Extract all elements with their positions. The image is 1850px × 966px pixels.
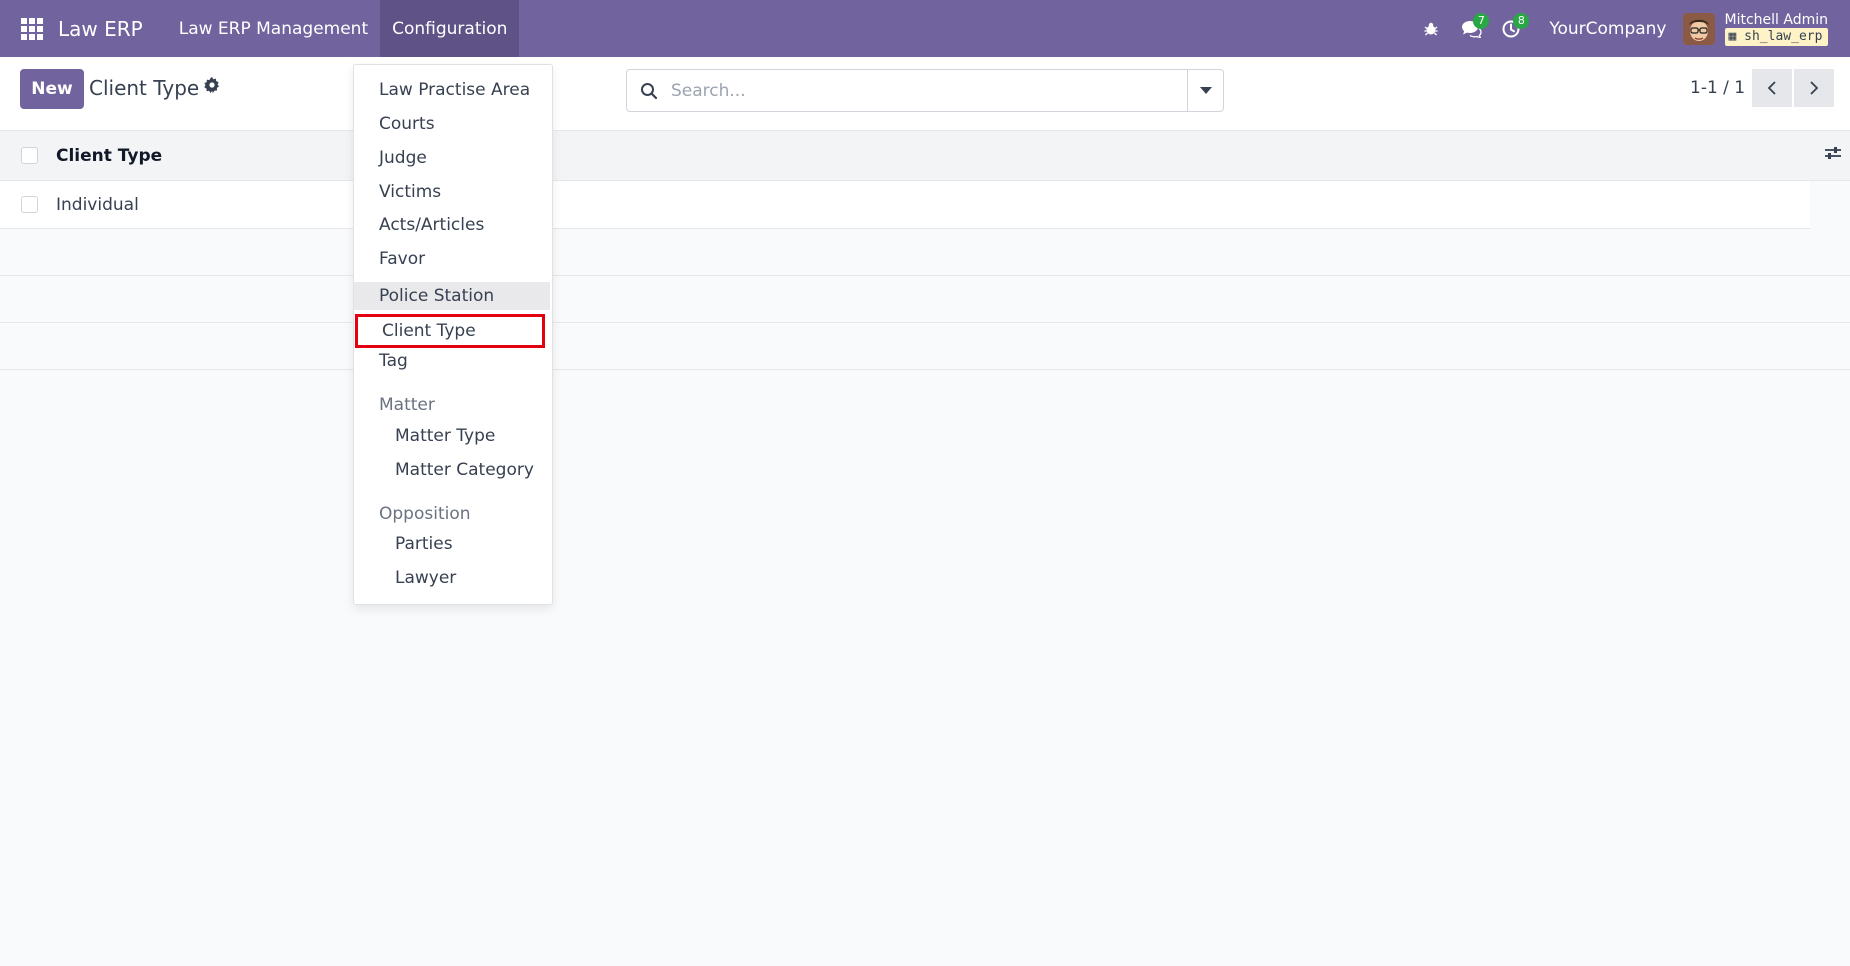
user-avatar[interactable] xyxy=(1682,12,1715,45)
search-bar xyxy=(626,69,1224,112)
chevron-right-icon xyxy=(1810,81,1819,95)
empty-row xyxy=(0,276,1850,323)
search-options-toggle[interactable] xyxy=(1187,70,1223,111)
menu-item-parties[interactable]: Parties xyxy=(395,534,453,554)
column-header-client-type[interactable]: Client Type xyxy=(56,146,162,166)
company-switcher[interactable]: YourCompany xyxy=(1549,19,1666,39)
menu-item-judge[interactable]: Judge xyxy=(379,148,427,168)
menu-item-tag[interactable]: Tag xyxy=(379,351,408,371)
control-panel: New Client Type 1-1 / 1 xyxy=(0,57,1850,131)
menu-section-opposition: Opposition xyxy=(379,504,471,524)
activities-badge: 8 xyxy=(1513,13,1530,29)
menu-section-matter: Matter xyxy=(379,395,435,415)
database-icon: ▦ xyxy=(1728,28,1737,44)
debug-bug-icon[interactable] xyxy=(1411,0,1451,57)
menu-item-victims[interactable]: Victims xyxy=(379,182,441,202)
row-checkbox[interactable] xyxy=(21,196,38,213)
database-tag: ▦ sh_law_erp xyxy=(1724,27,1828,46)
new-button[interactable]: New xyxy=(20,69,84,109)
user-name: Mitchell Admin xyxy=(1724,11,1829,28)
top-navbar: Law ERP Law ERP Management Configuration… xyxy=(0,0,1850,57)
user-menu[interactable]: Mitchell Admin ▦ sh_law_erp xyxy=(1724,11,1829,46)
chevron-left-icon xyxy=(1767,81,1776,95)
empty-row xyxy=(0,323,1850,370)
table-row[interactable]: Individual xyxy=(0,181,1810,229)
caret-down-icon xyxy=(1199,87,1212,94)
gear-icon[interactable] xyxy=(204,77,220,98)
select-all-checkbox[interactable] xyxy=(21,147,38,164)
messages-icon[interactable]: 7 xyxy=(1451,0,1491,57)
menu-item-law-practise-area[interactable]: Law Practise Area xyxy=(379,80,530,100)
empty-row xyxy=(0,229,1850,276)
pager-next-button[interactable] xyxy=(1794,69,1834,107)
app-brand[interactable]: Law ERP xyxy=(58,17,143,41)
menu-item-matter-category[interactable]: Matter Category xyxy=(395,460,534,480)
page-title: Client Type xyxy=(89,76,200,100)
pager-previous-button[interactable] xyxy=(1752,69,1792,107)
menu-item-matter-type[interactable]: Matter Type xyxy=(395,426,495,446)
optional-columns-icon[interactable] xyxy=(1824,145,1842,166)
activities-clock-icon[interactable]: 8 xyxy=(1491,0,1531,57)
menu-configuration[interactable]: Configuration xyxy=(380,0,520,57)
database-name: sh_law_erp xyxy=(1744,28,1823,44)
configuration-dropdown: Law Practise Area Courts Judge Victims A… xyxy=(353,64,553,605)
menu-item-acts-articles[interactable]: Acts/Articles xyxy=(379,215,484,235)
search-input[interactable] xyxy=(671,80,1187,101)
list-view: Client Type Individual xyxy=(0,131,1850,370)
menu-item-lawyer[interactable]: Lawyer xyxy=(395,568,456,588)
menu-item-police-station[interactable]: Police Station xyxy=(354,282,550,310)
menu-item-client-type[interactable]: Client Type xyxy=(355,314,545,348)
list-header: Client Type xyxy=(0,131,1850,181)
menu-item-favor[interactable]: Favor xyxy=(379,249,425,269)
menu-item-courts[interactable]: Courts xyxy=(379,114,435,134)
messages-badge: 7 xyxy=(1473,13,1490,29)
apps-menu-icon[interactable] xyxy=(0,0,64,57)
search-icon[interactable] xyxy=(627,82,671,100)
client-type-cell[interactable]: Individual xyxy=(56,195,139,215)
pager-value[interactable]: 1-1 / 1 xyxy=(1690,78,1745,98)
menu-law-erp-management[interactable]: Law ERP Management xyxy=(167,0,380,57)
